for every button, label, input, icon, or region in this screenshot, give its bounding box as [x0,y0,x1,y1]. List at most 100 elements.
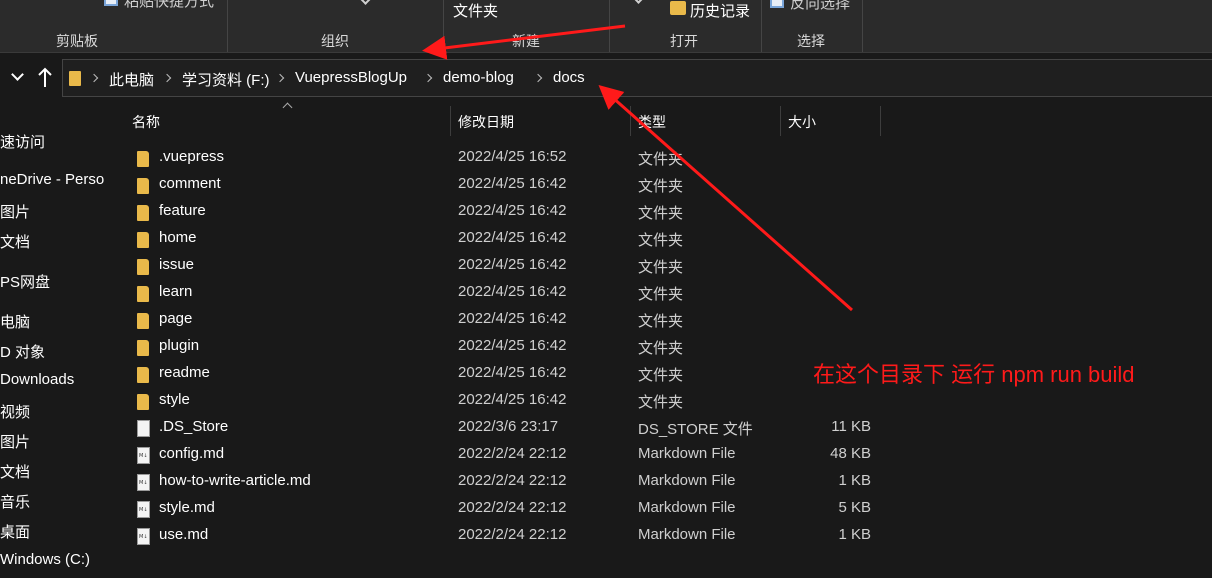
breadcrumb-drive[interactable]: 学习资料 (F:) [182,69,270,90]
file-size: 1 KB [838,472,871,489]
table-row[interactable]: how-to-write-article.md 2022/2/24 22:12 Ma… [108,469,888,496]
sidebar-item-pictures[interactable]: 图片 [0,201,30,222]
markdown-icon [137,501,150,518]
breadcrumb-this-pc[interactable]: 此电脑 [109,69,154,90]
column-header-name[interactable]: 名称 [132,112,160,132]
folder-icon [137,340,149,356]
table-row[interactable]: .DS_Store 2022/3/6 23:17 DS_STORE 文件 11 KB [108,415,888,442]
chevron-down-icon[interactable] [632,0,645,4]
column-divider[interactable] [630,106,631,136]
column-divider[interactable] [780,106,781,136]
sidebar-item-desktop[interactable]: 桌面 [0,521,30,542]
table-row[interactable]: issue 2022/4/25 16:42 文件夹 [108,253,888,280]
column-header-size[interactable]: 大小 [788,112,816,132]
table-row[interactable]: feature 2022/4/25 16:42 文件夹 [108,199,888,226]
file-type: DS_STORE 文件 [638,421,753,438]
ribbon-separator [862,0,863,52]
table-row[interactable]: use.md 2022/2/24 22:12 Markdown File 1 KB [108,523,888,550]
markdown-icon [137,447,150,464]
recent-locations-icon[interactable] [11,68,24,81]
file-name: use.md [159,526,209,543]
sidebar-item-documents-pc[interactable]: 文档 [0,461,30,482]
sidebar-item-music[interactable]: 音乐 [0,491,30,512]
table-row[interactable]: comment 2022/4/25 16:42 文件夹 [108,172,888,199]
group-label-organize: 组织 [321,33,349,49]
folder-icon [137,232,149,248]
column-divider[interactable] [450,106,451,136]
table-row[interactable]: page 2022/4/25 16:42 文件夹 [108,307,888,334]
ribbon-separator [443,0,444,52]
breadcrumb-separator-icon[interactable] [275,73,285,83]
navigation-pane: 速访问 neDrive - Perso 图片 文档 PS网盘 电脑 D 对象 D… [0,104,108,578]
file-date-modified: 2022/4/25 16:42 [458,364,567,381]
file-type: Markdown File [638,445,736,462]
table-row[interactable]: learn 2022/4/25 16:42 文件夹 [108,280,888,307]
table-row[interactable]: config.md 2022/2/24 22:12 Markdown File 48 … [108,442,888,469]
breadcrumb-demo-blog[interactable]: demo-blog [443,69,514,86]
file-name: learn [159,283,193,300]
file-size: 11 KB [831,418,871,435]
file-list: 名称 修改日期 类型 大小 .vuepress 2022/4/25 16:52 文件… [108,102,1212,578]
folder-icon [137,205,149,221]
file-date-modified: 2022/4/25 16:42 [458,175,567,192]
column-divider[interactable] [880,106,881,136]
breadcrumb-docs[interactable]: docs [553,69,585,86]
file-name: home [159,229,197,246]
folder-icon [137,178,149,194]
file-date-modified: 2022/2/24 22:12 [458,472,567,489]
history-button[interactable]: 历史记录 [690,0,750,21]
table-row[interactable]: .vuepress 2022/4/25 16:52 文件夹 [108,145,888,172]
breadcrumb-separator-icon[interactable] [533,73,543,83]
breadcrumb-separator-icon[interactable] [162,73,172,83]
file-date-modified: 2022/4/25 16:42 [458,310,567,327]
sidebar-item-videos[interactable]: 视频 [0,401,30,422]
file-name: feature [159,202,206,219]
markdown-icon [137,474,150,491]
file-type: 文件夹 [638,340,684,357]
breadcrumb-separator-icon[interactable] [89,73,99,83]
sidebar-item-wps-cloud[interactable]: PS网盘 [0,271,50,292]
breadcrumb-separator-icon[interactable] [423,73,433,83]
address-bar[interactable]: 此电脑 学习资料 (F:) VuepressBlogUp demo-blog d… [62,59,1212,97]
table-row[interactable]: home 2022/4/25 16:42 文件夹 [108,226,888,253]
column-header-date[interactable]: 修改日期 [458,112,514,132]
sidebar-item-downloads[interactable]: Downloads [0,371,74,388]
column-header-type[interactable]: 类型 [638,112,666,132]
paste-shortcut-icon [104,0,118,6]
file-name: comment [159,175,221,192]
new-folder-button[interactable]: 文件夹 [453,0,498,21]
history-icon [670,1,686,15]
folder-icon [137,313,149,329]
file-date-modified: 2022/4/25 16:42 [458,229,567,246]
table-row[interactable]: style 2022/4/25 16:42 文件夹 [108,388,888,415]
up-arrow-icon[interactable] [37,67,53,89]
group-label-new: 新建 [512,33,540,49]
sidebar-item-pictures-pc[interactable]: 图片 [0,431,30,452]
file-date-modified: 2022/4/25 16:42 [458,256,567,273]
sidebar-item-quick-access[interactable]: 速访问 [0,131,45,152]
invert-selection-button[interactable]: 反向选择 [790,0,850,13]
sidebar-item-documents[interactable]: 文档 [0,231,30,252]
sidebar-item-this-pc[interactable]: 电脑 [0,311,30,332]
sidebar-item-onedrive[interactable]: neDrive - Perso [0,171,104,188]
invert-selection-icon [770,0,784,8]
file-type: 文件夹 [638,151,684,168]
folder-icon [137,286,149,302]
file-date-modified: 2022/4/25 16:42 [458,283,567,300]
file-type: Markdown File [638,499,736,516]
sidebar-item-3d-objects[interactable]: D 对象 [0,341,45,362]
file-name: readme [159,364,210,381]
table-row[interactable]: plugin 2022/4/25 16:42 文件夹 [108,334,888,361]
table-row[interactable]: readme 2022/4/25 16:42 文件夹 [108,361,888,388]
file-size: 5 KB [838,499,871,516]
file-size: 48 KB [830,445,871,462]
file-date-modified: 2022/4/25 16:42 [458,202,567,219]
ribbon-separator [609,0,610,52]
paste-shortcut-button[interactable]: 粘贴快捷方式 [124,0,214,11]
file-type: Markdown File [638,472,736,489]
group-label-clipboard: 剪贴板 [56,33,98,49]
table-row[interactable]: style.md 2022/2/24 22:12 Markdown File 5 KB [108,496,888,523]
breadcrumb-vuepressblogup[interactable]: VuepressBlogUp [295,69,407,86]
sidebar-item-windows-c[interactable]: Windows (C:) [0,551,90,568]
chevron-down-icon[interactable] [359,0,372,5]
